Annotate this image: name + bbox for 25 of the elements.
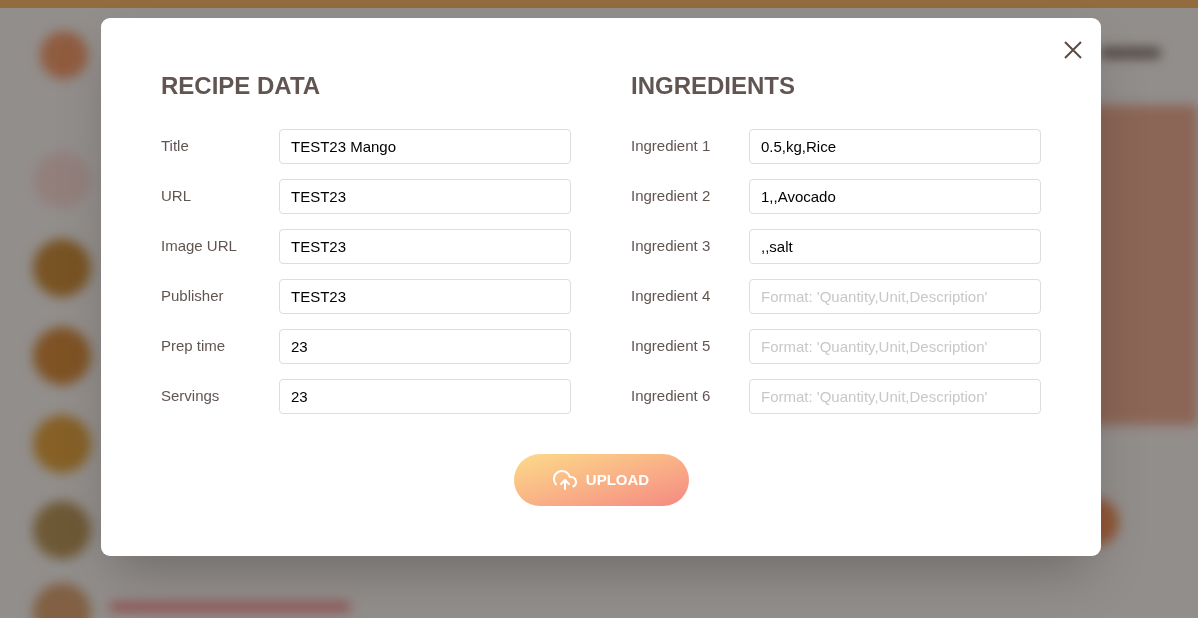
field-label: Image URL (161, 236, 238, 257)
cloud-upload-icon (552, 468, 577, 492)
input-field[interactable]: ,,salt (749, 229, 1041, 264)
field-label: URL (161, 186, 192, 207)
field-label: Publisher (161, 286, 225, 307)
section-heading: RECIPE DATA (161, 72, 322, 100)
field-label: Ingredient 5 (631, 336, 712, 357)
field-label: Servings (161, 386, 221, 407)
input-field[interactable]: 23 (279, 329, 571, 364)
field-label: Ingredient 3 (631, 236, 712, 257)
input-field[interactable]: 1,,Avocado (749, 179, 1041, 214)
close-icon (1063, 40, 1083, 60)
field-label: Prep time (161, 336, 227, 357)
input-field[interactable]: TEST23 (279, 179, 571, 214)
field-label: Ingredient 1 (631, 136, 712, 157)
field-label: Ingredient 6 (631, 386, 712, 407)
section-heading: INGREDIENTS (631, 72, 796, 100)
input-field[interactable]: TEST23 (279, 229, 571, 264)
input-field[interactable]: 0.5,kg,Rice (749, 129, 1041, 164)
field-label: Title (161, 136, 190, 157)
field-label: Ingredient 2 (631, 186, 712, 207)
input-field[interactable]: TEST23 (279, 279, 571, 314)
input-field[interactable]: 23 (279, 379, 571, 414)
field-label: Ingredient 4 (631, 286, 712, 307)
input-field[interactable]: TEST23 Mango (279, 129, 571, 164)
